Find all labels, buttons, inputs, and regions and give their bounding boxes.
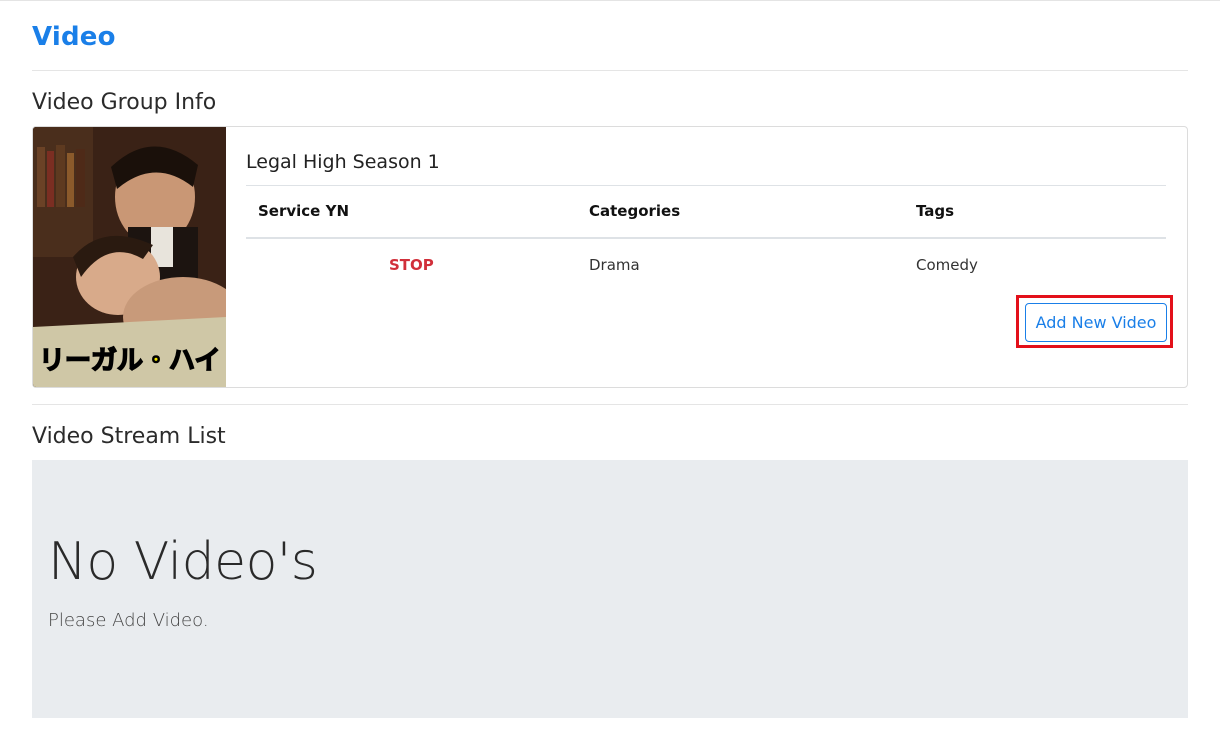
video-group-card: リーガル・ハイ Legal High Season 1 Service YN C… [32, 126, 1188, 388]
header-service-yn: Service YN [246, 185, 589, 239]
status-badge: STOP [389, 256, 434, 274]
header-categories: Categories [589, 185, 916, 239]
video-stream-list-heading: Video Stream List [32, 424, 226, 449]
header-tags: Tags [916, 185, 1166, 239]
divider [32, 70, 1188, 71]
empty-state-message: Please Add Video. [48, 610, 209, 631]
video-poster-image: リーガル・ハイ [33, 127, 226, 387]
group-name: Legal High Season 1 [246, 151, 440, 173]
add-new-video-button[interactable]: Add New Video [1025, 303, 1167, 342]
empty-state-title: No Video's [48, 532, 318, 592]
table-row: STOP Drama Comedy [246, 238, 1166, 292]
tags-cell: Comedy [916, 256, 978, 274]
empty-state-panel: No Video's Please Add Video. [32, 460, 1188, 718]
group-details: Legal High Season 1 Service YN Categorie… [246, 145, 1166, 292]
divider [32, 404, 1188, 405]
highlight-box: Add New Video [1016, 295, 1173, 348]
top-border [0, 0, 1220, 3]
category-cell: Drama [589, 256, 640, 274]
page-title: Video [32, 22, 116, 52]
poster-title-text: リーガル・ハイ [39, 346, 220, 376]
group-info-table: Service YN Categories Tags STOP Drama Co… [246, 185, 1166, 292]
video-group-info-heading: Video Group Info [32, 90, 217, 115]
